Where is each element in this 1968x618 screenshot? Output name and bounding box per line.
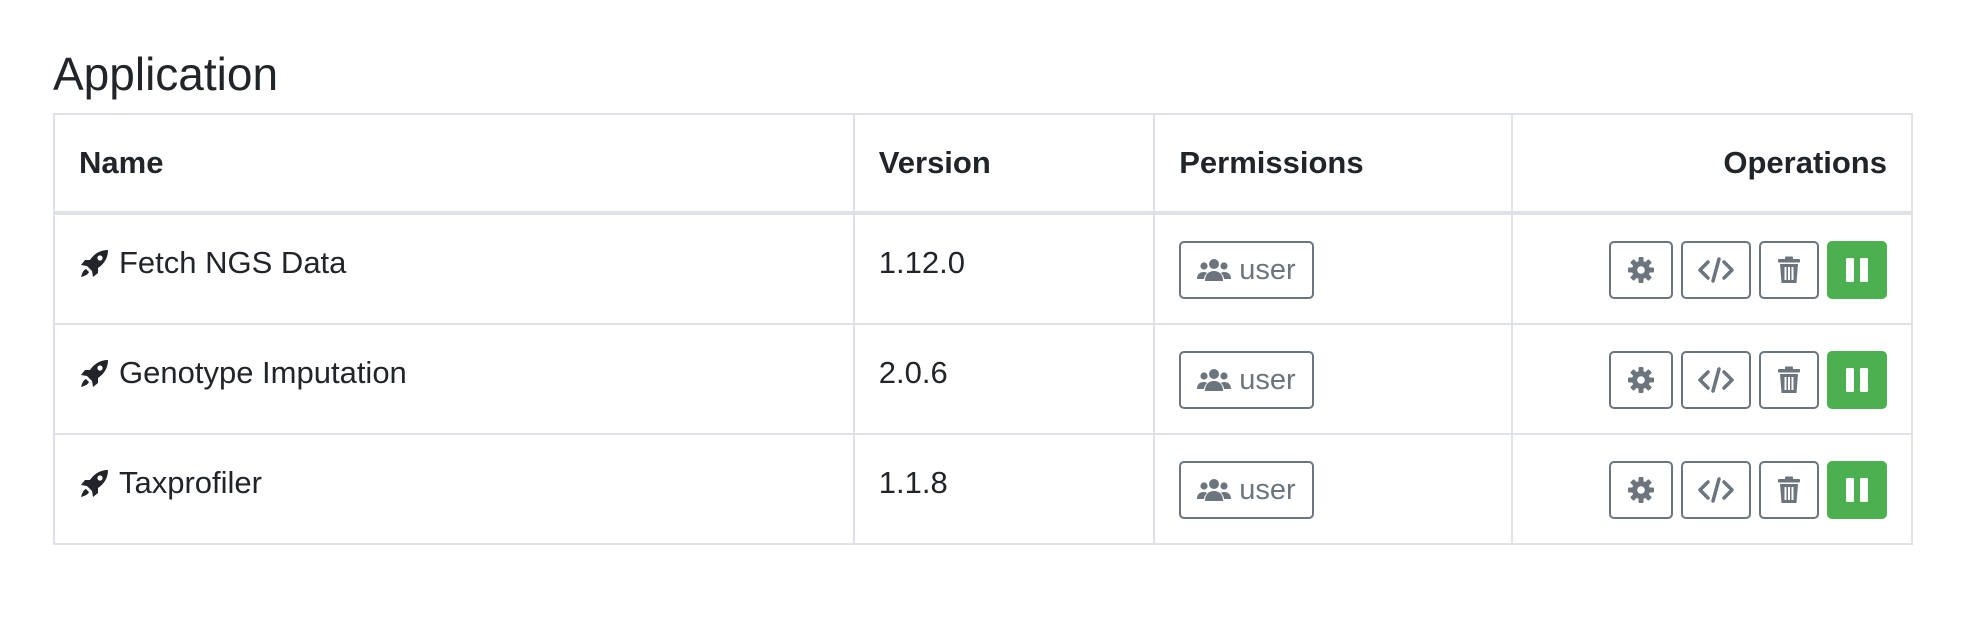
pause-button[interactable] (1827, 461, 1887, 519)
permissions-cell: user (1153, 323, 1514, 435)
users-icon (1197, 369, 1232, 391)
users-icon (1197, 479, 1232, 501)
gear-icon (1628, 367, 1654, 393)
permissions-cell: user (1153, 212, 1514, 325)
column-header-name: Name (53, 113, 855, 215)
permissions-cell: user (1153, 433, 1514, 545)
pause-icon (1846, 368, 1868, 392)
table-body: Fetch NGS Data 1.12.0 user Genotype Impu… (53, 212, 1913, 545)
code-button[interactable] (1681, 241, 1751, 299)
operations-cell (1511, 323, 1913, 435)
version-cell: 1.1.8 (852, 433, 1156, 545)
settings-button[interactable] (1609, 461, 1673, 519)
code-button[interactable] (1681, 461, 1751, 519)
code-button[interactable] (1681, 351, 1751, 409)
application-name: Taxprofiler (119, 465, 262, 500)
table-row: Taxprofiler 1.1.8 user (53, 433, 1913, 545)
name-cell: Taxprofiler (53, 433, 855, 545)
code-icon (1698, 367, 1734, 393)
column-header-operations: Operations (1511, 113, 1913, 215)
code-icon (1698, 257, 1734, 283)
application-version: 1.12.0 (878, 245, 965, 280)
gear-icon (1628, 257, 1654, 283)
permission-label: user (1239, 473, 1296, 506)
trash-icon (1778, 256, 1800, 283)
delete-button[interactable] (1759, 351, 1819, 409)
page: Application Name Version Permissions Ope… (53, 0, 1913, 545)
table-row: Fetch NGS Data 1.12.0 user (53, 212, 1913, 325)
permission-user-button[interactable]: user (1179, 241, 1314, 299)
table-row: Genotype Imputation 2.0.6 user (53, 323, 1913, 435)
operations-cell (1511, 212, 1913, 325)
trash-icon (1778, 476, 1800, 503)
table-header-row: Name Version Permissions Operations (53, 113, 1913, 215)
trash-icon (1778, 366, 1800, 393)
pause-button[interactable] (1827, 351, 1887, 409)
application-version: 2.0.6 (878, 355, 948, 390)
permission-label: user (1239, 253, 1296, 286)
page-title: Application (53, 48, 279, 100)
column-header-version: Version (852, 113, 1156, 215)
settings-button[interactable] (1609, 241, 1673, 299)
rocket-icon (81, 250, 108, 277)
rocket-icon (81, 360, 108, 387)
pause-icon (1846, 258, 1868, 282)
delete-button[interactable] (1759, 241, 1819, 299)
name-cell: Genotype Imputation (53, 323, 855, 435)
operations-cell (1511, 433, 1913, 545)
delete-button[interactable] (1759, 461, 1819, 519)
version-cell: 2.0.6 (852, 323, 1156, 435)
settings-button[interactable] (1609, 351, 1673, 409)
application-version: 1.1.8 (878, 465, 948, 500)
gear-icon (1628, 477, 1654, 503)
permission-label: user (1239, 363, 1296, 396)
code-icon (1698, 477, 1734, 503)
permission-user-button[interactable]: user (1179, 351, 1314, 409)
column-header-permissions: Permissions (1153, 113, 1514, 215)
users-icon (1197, 259, 1232, 281)
version-cell: 1.12.0 (852, 212, 1156, 325)
pause-icon (1846, 478, 1868, 502)
permission-user-button[interactable]: user (1179, 461, 1314, 519)
applications-table: Name Version Permissions Operations Fetc… (53, 113, 1913, 545)
name-cell: Fetch NGS Data (53, 212, 855, 325)
application-name: Fetch NGS Data (119, 245, 347, 280)
pause-button[interactable] (1827, 241, 1887, 299)
application-name: Genotype Imputation (119, 355, 407, 390)
table-header: Name Version Permissions Operations (53, 113, 1913, 215)
rocket-icon (81, 470, 108, 497)
